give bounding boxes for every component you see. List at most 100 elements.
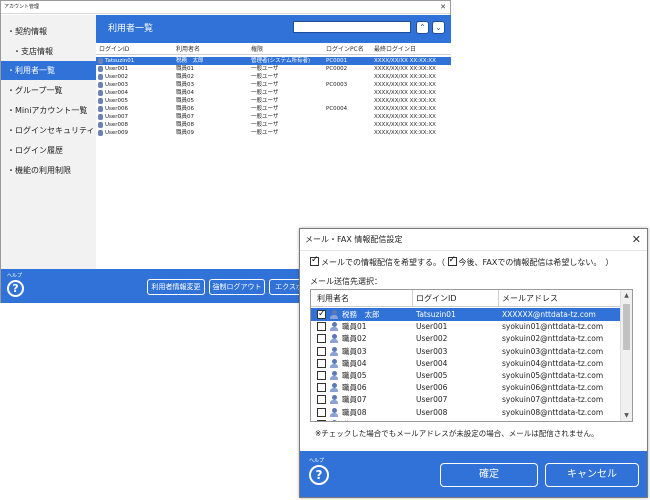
user-icon [330, 383, 338, 393]
column-header[interactable]: ログインID [99, 44, 129, 55]
scrollbar-thumb[interactable] [623, 304, 630, 350]
recipient-name: 職員08 [342, 407, 367, 417]
recipient-name: 職員03 [342, 346, 367, 356]
sidebar-item[interactable]: ・Miniアカウント一覧 [1, 101, 96, 120]
sidebar-item[interactable]: ・利用者一覧 [1, 61, 96, 80]
table-cell: User009 [105, 130, 129, 136]
table-cell: 職員05 [176, 98, 194, 104]
confirm-button[interactable]: 確定 [440, 463, 538, 487]
user-icon [330, 395, 338, 405]
table-cell: User007 [105, 114, 129, 120]
chevron-up-icon[interactable]: ⌃ [416, 21, 429, 34]
recipient-checkbox[interactable] [317, 383, 326, 393]
table-row[interactable]: User004 職員04 一般ユーザ XXXX/XX/XX XX:XX:XX [96, 89, 451, 97]
recipient-row[interactable]: 職員08 User008 syokuin08@nttdata-tz.com [311, 406, 621, 419]
recipient-name: 職員02 [342, 334, 367, 344]
recipient-row[interactable]: 職員02 User002 syokuin02@nttdata-tz.com [311, 332, 621, 345]
help-icon: ? [309, 465, 329, 485]
column-header-login-id[interactable]: ログインID [416, 290, 457, 307]
recipient-checkbox[interactable] [317, 358, 326, 368]
help-button[interactable]: ヘルプ ? [7, 272, 24, 297]
recipient-checkbox[interactable] [317, 334, 326, 344]
sidebar-item[interactable]: ・機能の利用制限 [1, 161, 96, 180]
recipient-row[interactable]: 職員04 User004 syokuin04@nttdata-tz.com [311, 357, 621, 370]
table-row[interactable]: User003 職員03 一般ユーザ PC0003 XXXX/XX/XX XX:XX:X… [96, 81, 451, 89]
cancel-button[interactable]: キャンセル [545, 463, 639, 487]
table-row[interactable]: User001 職員01 一般ユーザ PC0002 XXXX/XX/XX XX:XX:X… [96, 65, 451, 73]
sidebar-item[interactable]: ・支店情報 [1, 42, 96, 61]
sidebar-item[interactable]: ・契約情報 [1, 22, 96, 41]
table-row[interactable]: User005 職員05 一般ユーザ XXXX/XX/XX XX:XX:XX [96, 97, 451, 105]
column-header[interactable]: 権限 [251, 44, 263, 55]
table-row[interactable]: User007 職員07 一般ユーザ XXXX/XX/XX XX:XX:XX [96, 113, 451, 121]
column-header-email[interactable]: メールアドレス [502, 290, 558, 307]
close-icon[interactable]: ✕ [632, 229, 641, 251]
search-input[interactable] [293, 21, 411, 33]
recipient-checkbox[interactable] [317, 308, 326, 321]
mail-fax-settings-dialog: メール・FAX 情報配信設定 ✕ メールでの情報配信を希望する。（ 今後、FAX… [299, 228, 648, 498]
recipient-mail: syokuin05@nttdata-tz.com [502, 371, 604, 380]
table-cell: User004 [105, 90, 129, 96]
recipient-checkbox[interactable] [317, 322, 326, 332]
sidebar-item[interactable]: ・ログインセキュリティ [1, 121, 96, 140]
recipient-mail: syokuin03@nttdata-tz.com [502, 346, 604, 356]
scroll-up-icon[interactable]: ▲ [621, 290, 632, 301]
column-header[interactable]: ログインPC名 [326, 44, 364, 55]
table-cell: 職員04 [176, 90, 194, 96]
sidebar-item[interactable]: ・グループ一覧 [1, 81, 96, 100]
recipient-row[interactable]: 職員07 User007 syokuin07@nttdata-tz.com [311, 393, 621, 406]
user-icon [330, 310, 338, 319]
force-logout-button[interactable]: 強制ログアウト [209, 279, 265, 295]
user-icon [330, 358, 338, 368]
table-header: 利用者名 ログインID メールアドレス [311, 290, 621, 307]
column-header[interactable]: 利用者名 [176, 44, 200, 55]
recipient-checkbox[interactable] [317, 371, 326, 380]
window-title: アカウント管理 [4, 4, 40, 10]
edit-user-info-button[interactable]: 利用者情報変更 [147, 279, 205, 295]
table-cell: 職員08 [176, 122, 194, 128]
user-icon [98, 90, 103, 96]
table-row[interactable]: User002 職員02 一般ユーザ XXXX/XX/XX XX:XX:XX [96, 73, 451, 81]
table-row[interactable]: User006 職員06 一般ユーザ PC0004 XXXX/XX/XX XX:XX:X… [96, 105, 451, 113]
delivery-options: メールでの情報配信を希望する。（ 今後、FAXでの情報配信は希望しない。 ） [310, 255, 614, 268]
user-icon [98, 122, 103, 128]
recipient-checkbox[interactable] [317, 346, 326, 356]
recipient-id: User003 [416, 346, 448, 356]
column-header-name[interactable]: 利用者名 [317, 290, 349, 307]
recipient-row[interactable]: 職員03 User003 syokuin03@nttdata-tz.com [311, 345, 621, 358]
user-icon [98, 74, 103, 80]
fax-optout-label: 今後、FAXでの情報配信は希望しない。 ） [458, 258, 614, 267]
recipient-checkbox[interactable] [317, 395, 326, 405]
table-cell: XXXX/XX/XX XX:XX:XX [374, 90, 436, 96]
help-button[interactable]: ヘルプ ? [309, 457, 329, 485]
vertical-scrollbar[interactable]: ▲ ▼ [620, 290, 632, 421]
table-cell: 職員02 [176, 74, 194, 80]
recipient-checkbox[interactable] [317, 419, 326, 421]
table-cell: 一般ユーザ [251, 90, 279, 96]
recipient-row[interactable]: 職員06 User006 syokuin06@nttdata-tz.com [311, 381, 621, 394]
table-row[interactable]: User008 職員08 一般ユーザ XXXX/XX/XX XX:XX:XX [96, 121, 451, 129]
recipient-row[interactable]: 職員05 User005 syokuin05@nttdata-tz.com [311, 369, 621, 382]
recipient-id: User005 [416, 371, 448, 380]
recipient-checkbox[interactable] [317, 407, 326, 417]
user-icon [330, 334, 338, 344]
recipient-row[interactable]: 税務 太郎 Tatsuzin01 XXXXXX@nttdata-tz.com [311, 308, 621, 321]
panel-header: 利用者一覧 ⌃ ⌄ [96, 15, 451, 43]
user-icon [330, 407, 338, 417]
table-row[interactable]: Tatsuzin01 税務 太郎 管理者(システム所有者) PC0001 XXXX/XX… [96, 57, 451, 65]
column-header[interactable]: 最終ログイン日 [374, 44, 416, 55]
sidebar-item[interactable]: ・ログイン履歴 [1, 141, 96, 160]
close-icon[interactable]: ✕ [440, 1, 446, 13]
table-row[interactable]: User009 職員09 一般ユーザ XXXX/XX/XX XX:XX:XX [96, 129, 451, 137]
mail-delivery-checkbox[interactable] [310, 255, 319, 266]
user-icon [98, 82, 103, 88]
table-cell: 職員09 [176, 130, 194, 136]
user-icon [330, 371, 338, 380]
recipient-row[interactable]: 職員09 User009 syokuin09@nttdata-tz.com [311, 418, 621, 421]
screen: アカウント管理 ✕ ・契約情報 ・支店情報 ・利用者一覧 ・グループ一覧 ・Miniアカ… [0, 0, 650, 500]
fax-optout-checkbox[interactable] [447, 255, 457, 266]
scroll-down-icon[interactable]: ▼ [621, 410, 632, 421]
chevron-down-icon[interactable]: ⌄ [432, 21, 445, 34]
user-icon [330, 419, 338, 421]
recipient-row[interactable]: 職員01 User001 syokuin01@nttdata-tz.com [311, 320, 621, 333]
